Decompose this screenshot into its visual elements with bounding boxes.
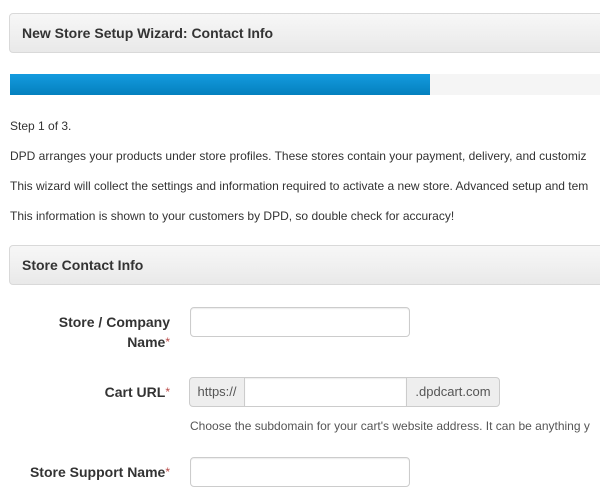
cart-subdomain-input[interactable] [244, 377, 407, 407]
required-marker: * [165, 335, 170, 349]
wizard-title: New Store Setup Wizard: Contact Info [22, 25, 274, 41]
store-contact-info-header: Store Contact Info [9, 245, 600, 285]
support-name-input[interactable] [190, 457, 410, 487]
company-name-label-line1: Store / Company [58, 314, 170, 330]
company-name-input[interactable] [190, 307, 410, 337]
store-setup-wizard-page: New Store Setup Wizard: Contact Info Ste… [0, 0, 600, 500]
required-marker: * [165, 385, 170, 399]
url-suffix-addon: .dpdcart.com [406, 377, 500, 407]
section-title: Store Contact Info [22, 257, 144, 273]
url-prefix-addon: https:// [189, 377, 245, 407]
cart-url-label: Cart URL* [104, 384, 170, 400]
required-marker: * [165, 465, 170, 479]
intro-text-wizard: This wizard will collect the settings an… [10, 179, 589, 193]
wizard-progress-bar [10, 74, 600, 95]
intro-text-accuracy: This information is shown to your custom… [10, 209, 455, 223]
intro-text-stores: DPD arranges your products under store p… [10, 149, 587, 163]
support-name-label: Store Support Name* [29, 464, 170, 480]
cart-url-help-text: Choose the subdomain for your cart's web… [190, 419, 590, 433]
company-name-label: Store / Company Name* [10, 312, 170, 352]
wizard-header: New Store Setup Wizard: Contact Info [9, 13, 600, 53]
step-indicator: Step 1 of 3. [10, 119, 72, 133]
progress-fill [10, 74, 430, 95]
company-name-label-line2: Name* [127, 334, 170, 350]
